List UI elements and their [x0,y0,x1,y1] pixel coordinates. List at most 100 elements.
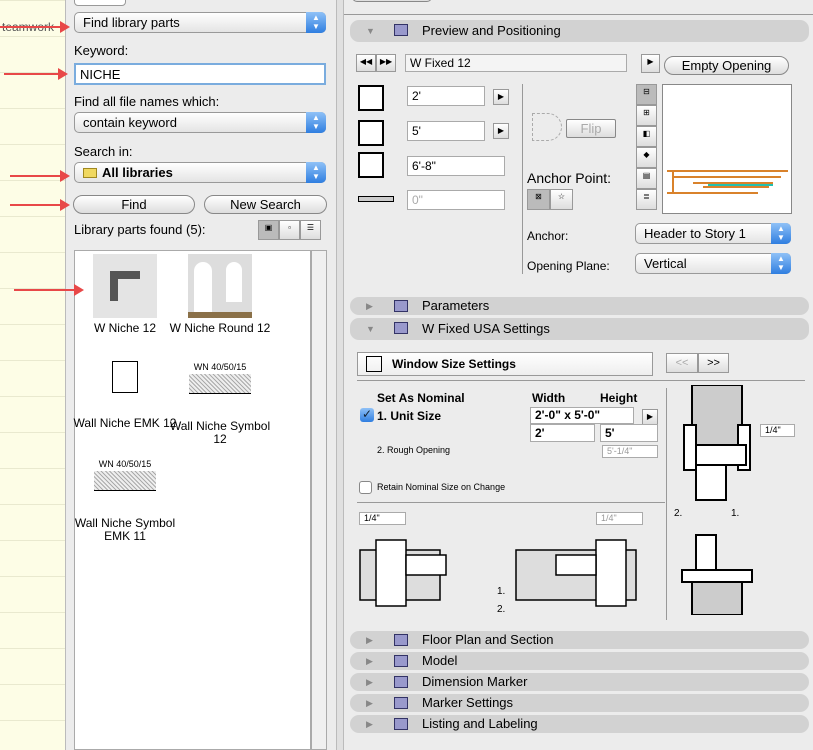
symbol-caption: WN 40/50/15 [98,459,152,469]
unit-size-menu-button[interactable]: ▶ [642,409,658,425]
rough-height-field: 5'-1/4" [602,445,658,458]
expand-triangle-icon: ▶ [366,698,373,708]
result-item[interactable]: WN 40/50/15 Wall Niche Symbol 12 [165,361,275,446]
unit-size-checkbox[interactable]: ✓ [360,408,374,422]
unit-height-field[interactable]: 5' [600,424,658,442]
drawing-canvas[interactable]: teamwork [0,0,66,750]
gap-left-field[interactable]: 1/4" [359,512,406,525]
gap-side-field[interactable]: 1/4" [760,424,795,437]
divider [344,14,813,15]
set-nominal-label: Set As Nominal [377,391,465,405]
annotation-arrow [0,21,70,33]
flip-button[interactable]: Flip [566,119,616,138]
small-icons-view-icon[interactable]: ▫ [279,220,300,240]
filename-label: Find all file names which: [74,94,220,109]
offset-field[interactable]: 0" [407,190,505,210]
sill-field[interactable]: 6'-8" [407,156,505,176]
rough-opening-label: 2. Rough Opening [377,445,451,455]
new-search-button[interactable]: New Search [204,195,327,214]
section-dim-2-label: 2. [674,508,683,519]
section-listing-labeling[interactable]: ▶ Listing and Labeling [350,715,809,733]
result-name: W Niche Round 12 [169,321,271,335]
width-field[interactable]: 2' [407,86,485,106]
search-in-label: Search in: [74,144,133,159]
side-view-icon[interactable]: ◧ [636,126,657,147]
expand-triangle-icon: ▶ [366,656,373,666]
niche-symbol-icon [94,471,156,491]
search-mode-select[interactable]: Find library parts ▲ ▼ [74,12,326,33]
result-name: Wall Niche Symbol 12 [169,419,271,446]
height-field[interactable]: 5' [407,121,485,141]
top-button[interactable] [352,0,432,2]
section-view-icon[interactable]: ▤ [636,168,657,189]
result-item[interactable]: WN 40/50/15 Wall Niche Symbol EMK 11 [70,458,180,543]
top-control[interactable] [74,0,126,6]
opening-plane-label: Opening Plane: [527,259,610,273]
find-button[interactable]: Find [73,195,195,214]
previous-part-button[interactable]: ◀◀ [356,54,376,72]
annotation-arrow [4,68,68,80]
preview-window [662,84,792,214]
unit-size-field[interactable]: 2'-0" x 5'-0" [530,407,634,424]
previous-page-button[interactable]: << [666,353,698,373]
search-mode-value: Find library parts [83,15,180,30]
height-menu-button[interactable]: ▶ [493,123,509,139]
search-in-select[interactable]: All libraries ▲ ▼ [74,162,326,183]
settings-page-select[interactable]: Window Size Settings [357,352,653,376]
dimension-1-label: 1. [497,586,506,597]
list-view-icon[interactable]: ☰ [300,220,321,240]
window-icon [394,24,408,36]
result-name: Wall Niche Symbol EMK 11 [74,516,176,543]
section-parameters[interactable]: ▶ Parameters [350,297,809,315]
retain-nominal-checkbox[interactable] [359,481,372,494]
unit-width-field[interactable]: 2' [530,424,595,442]
search-in-value: All libraries [102,165,173,180]
stepper-icon: ▲ ▼ [306,162,326,183]
section-preview-positioning[interactable]: ▼ Preview and Positioning [350,20,809,42]
large-icons-view-icon[interactable]: ▣ [258,220,279,240]
part-menu-button[interactable]: ▶ [641,54,660,73]
settings-panel: ▼ Preview and Positioning ◀◀ ▶▶ W Fixed 1… [344,0,813,750]
filename-condition-select[interactable]: contain keyword ▲ ▼ [74,112,326,133]
section-usa-settings[interactable]: ▼ W Fixed USA Settings [350,318,809,340]
anchor-left-icon[interactable]: ⊠ [527,189,550,210]
expand-triangle-icon: ▶ [366,719,373,729]
next-part-button[interactable]: ▶▶ [376,54,396,72]
result-item[interactable]: W Niche 12 [70,254,180,335]
keyword-input[interactable] [74,63,326,85]
section-detail-diagram [681,385,753,615]
height-icon [358,120,384,146]
3d-view-icon[interactable]: ◆ [636,147,657,168]
section-title: Dimension Marker [422,674,528,689]
section-floor-plan[interactable]: ▶ Floor Plan and Section [350,631,809,649]
view-mode-toggle: ▣ ▫ ☰ [258,220,321,240]
anchor-value: Header to Story 1 [644,226,746,241]
gap-right-field[interactable]: 1/4" [596,512,643,525]
results-scrollbar[interactable] [311,250,327,750]
dimension-marker-icon [394,676,408,688]
panel-splitter[interactable] [336,0,344,750]
anchor-point-label: Anchor Point: [527,170,612,186]
anchor-right-icon[interactable]: ☆ [550,189,573,210]
section-dimension-marker[interactable]: ▶ Dimension Marker [350,673,809,691]
anchor-select[interactable]: Header to Story 1 ▲ ▼ [635,223,791,244]
parameters-icon [394,300,408,312]
result-item[interactable]: W Niche Round 12 [165,254,275,335]
dimension-2-label: 2. [497,604,506,615]
result-item[interactable]: Wall Niche EMK 12 [70,361,180,430]
height-header: Height [600,391,638,405]
expand-triangle-icon: ▶ [366,635,373,645]
section-model[interactable]: ▶ Model [350,652,809,670]
section-title: Marker Settings [422,695,514,710]
width-menu-button[interactable]: ▶ [493,89,509,105]
find-library-panel: Find library parts ▲▼ Keyword: Find all f… [66,0,336,750]
empty-opening-button[interactable]: Empty Opening [664,56,789,75]
elevation-view-icon[interactable]: ⊞ [636,105,657,126]
section-marker-settings[interactable]: ▶ Marker Settings [350,694,809,712]
opening-plane-select[interactable]: Vertical ▲ ▼ [635,253,791,274]
list-view-icon[interactable]: ≣ [636,189,657,210]
next-page-button[interactable]: >> [698,353,729,373]
floor-plan-view-icon[interactable]: ⊟ [636,84,657,105]
part-navigator: ◀◀ ▶▶ [356,54,396,72]
section-title: Model [422,653,458,668]
